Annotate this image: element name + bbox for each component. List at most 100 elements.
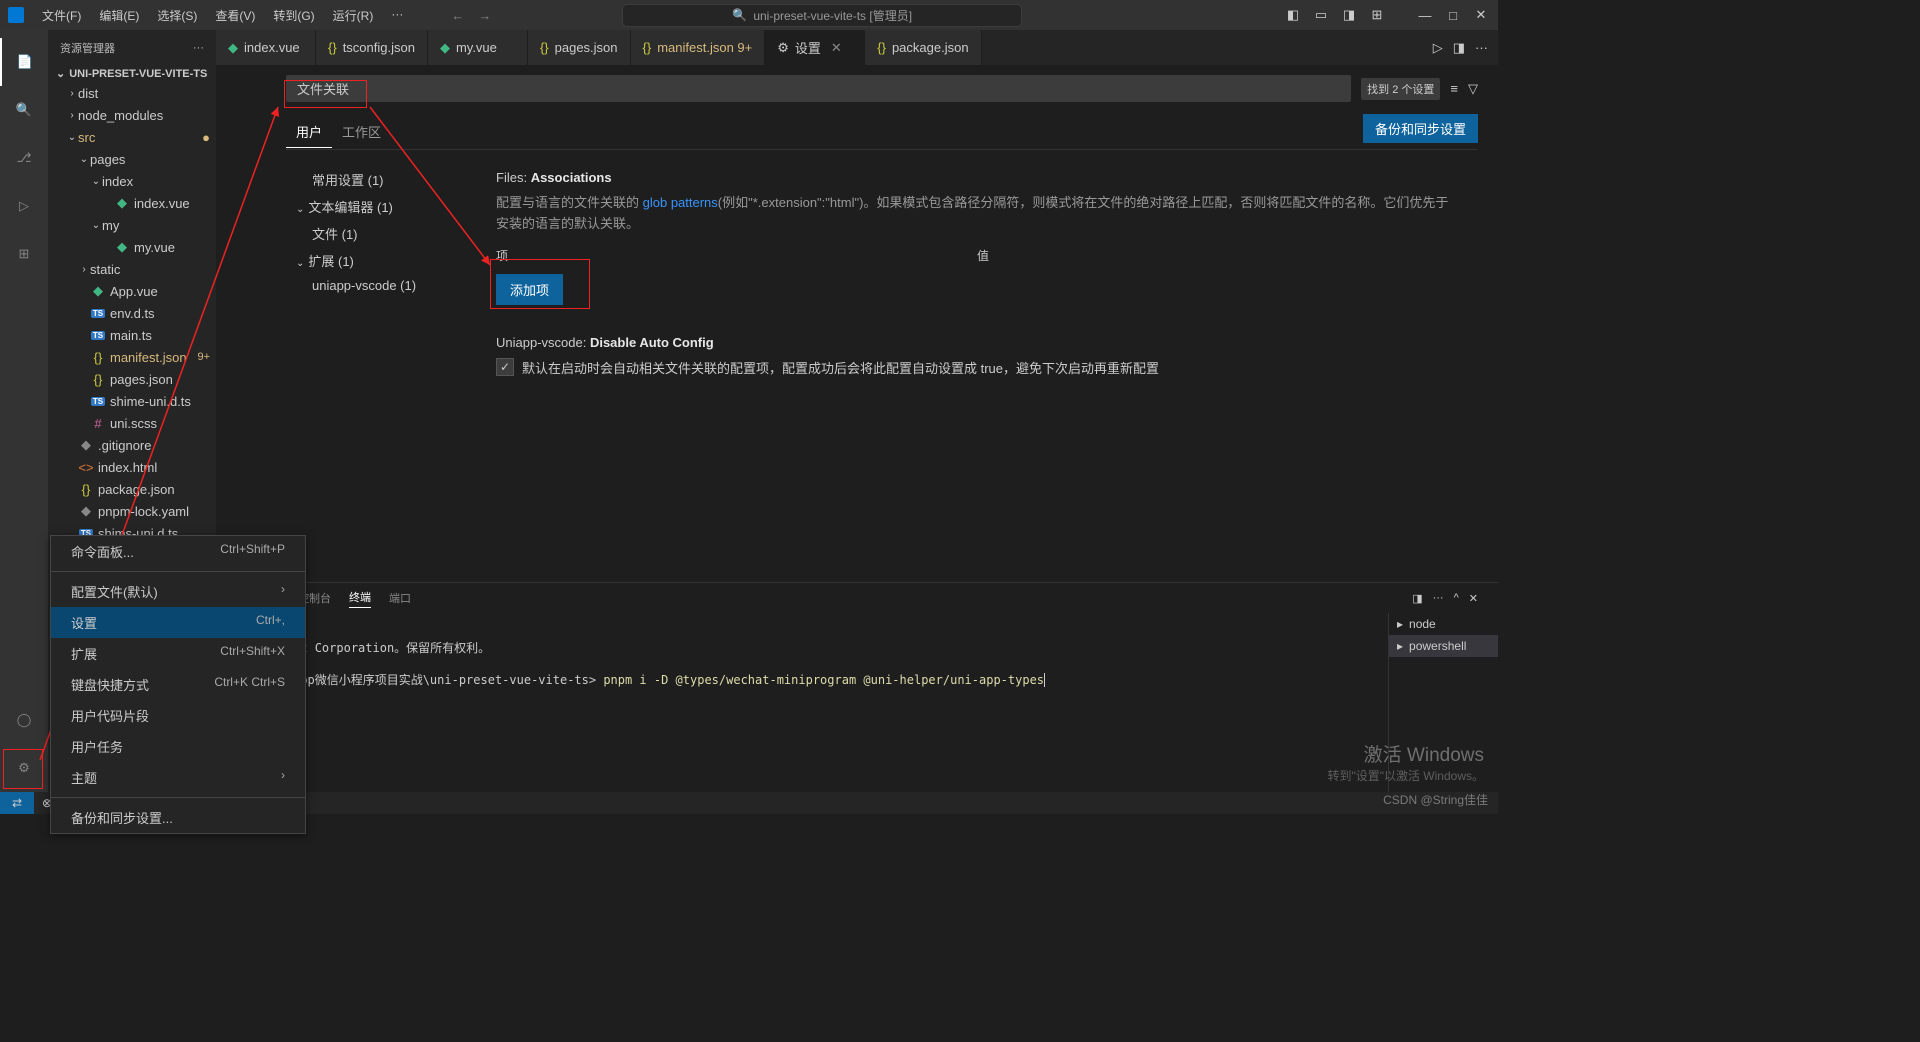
context-menu-item[interactable]: 扩展Ctrl+Shift+X [51, 638, 305, 669]
menu-item[interactable]: 选择(S) [149, 3, 205, 28]
tree-item[interactable]: TSenv.d.ts [48, 302, 216, 324]
terminal-icon: ▸ [1397, 639, 1403, 653]
tree-item[interactable]: #uni.scss [48, 412, 216, 434]
nav-forward-icon[interactable]: → [478, 8, 491, 23]
explorer-icon[interactable]: 📄 [0, 38, 48, 86]
layout-grid-icon[interactable]: ⊞ [1368, 7, 1386, 23]
tree-item[interactable]: {}manifest.json9+ [48, 346, 216, 368]
context-menu-item[interactable]: 用户任务 [51, 731, 305, 762]
settings-toc-item[interactable]: uniapp-vscode (1) [286, 274, 476, 297]
menu-item[interactable]: 运行(R) [325, 3, 382, 28]
source-control-icon[interactable]: ⎇ [0, 134, 48, 182]
menu-item[interactable]: 文件(F) [34, 3, 89, 28]
list-icon[interactable]: ≡ [1450, 81, 1458, 96]
editor-tab[interactable]: ◆index.vue [216, 30, 316, 65]
terminal-session-node[interactable]: ▸node [1389, 613, 1498, 635]
close-panel-icon[interactable]: ✕ [1469, 592, 1478, 605]
tree-item[interactable]: ◆my.vue [48, 236, 216, 258]
layout-side-right-icon[interactable]: ◨ [1340, 7, 1358, 23]
run-icon[interactable]: ▷ [1433, 40, 1443, 56]
tree-item[interactable]: TSmain.ts [48, 324, 216, 346]
context-menu-item[interactable]: 用户代码片段 [51, 700, 305, 731]
tree-item[interactable]: ›static [48, 258, 216, 280]
remote-icon[interactable]: ⇄ [0, 792, 34, 814]
scope-tab-workspace[interactable]: 工作区 [332, 116, 391, 147]
tree-item[interactable]: {}pages.json [48, 368, 216, 390]
result-count-badge: 找到 2 个设置 [1361, 78, 1440, 100]
command-center-search[interactable]: 🔍 uni-preset-vue-vite-ts [管理员] [622, 4, 1022, 27]
more-icon[interactable]: ··· [1475, 40, 1488, 55]
tree-item[interactable]: ⌄pages [48, 148, 216, 170]
settings-toc-item[interactable]: ⌄文本编辑器 (1) [286, 193, 476, 220]
context-menu-item[interactable]: 主题› [51, 762, 305, 793]
search-icon[interactable]: 🔍 [0, 86, 48, 134]
checkbox[interactable]: ✓ [496, 358, 514, 376]
run-debug-icon[interactable]: ▷ [0, 182, 48, 230]
tree-item[interactable]: ⌄src● [48, 126, 216, 148]
setting-description: 配置与语言的文件关联的 glob patterns(例如"*.extension… [496, 193, 1458, 235]
tree-item[interactable]: {}package.json [48, 478, 216, 500]
gear-icon[interactable]: ⚙ [0, 744, 48, 792]
sidebar-more-icon[interactable]: ··· [193, 42, 204, 54]
tree-item[interactable]: TSshime-uni.d.ts [48, 390, 216, 412]
chevron-up-icon[interactable]: ^ [1454, 592, 1459, 605]
gear-context-menu: 命令面板...Ctrl+Shift+P 配置文件(默认)›设置Ctrl+,扩展Ct… [50, 535, 306, 834]
editor-tab[interactable]: {}package.json [865, 30, 981, 65]
split-icon[interactable]: ◨ [1453, 40, 1465, 56]
sidebar-header-label: 资源管理器 [60, 40, 115, 56]
tree-item[interactable]: ◆App.vue [48, 280, 216, 302]
context-menu-item[interactable]: 键盘快捷方式Ctrl+K Ctrl+S [51, 669, 305, 700]
extensions-icon[interactable]: ⊞ [0, 230, 48, 278]
settings-toc-item[interactable]: ⌄扩展 (1) [286, 247, 476, 274]
glob-patterns-link[interactable]: glob patterns [643, 195, 718, 210]
window-close-icon[interactable]: ✕ [1472, 7, 1490, 23]
editor-tab[interactable]: {}manifest.json 9+ [631, 30, 766, 65]
more-icon[interactable]: ··· [1433, 592, 1444, 605]
context-menu-item[interactable]: 配置文件(默认)› [51, 576, 305, 607]
settings-search-input[interactable] [286, 75, 1351, 102]
search-icon: 🔍 [732, 8, 747, 22]
panel-tab-ports[interactable]: 端口 [389, 590, 411, 606]
editor-tab[interactable]: ⚙设置✕ [765, 30, 865, 65]
backup-sync-button[interactable]: 备份和同步设置 [1363, 114, 1478, 143]
menu-item[interactable]: 编辑(E) [91, 3, 147, 28]
settings-toc-item[interactable]: 常用设置 (1) [286, 166, 476, 193]
panel-tab-terminal[interactable]: 终端 [349, 589, 371, 608]
split-terminal-icon[interactable]: ◨ [1412, 592, 1422, 605]
menu-item[interactable]: ··· [383, 3, 411, 28]
tree-item[interactable]: ◆pnpm-lock.yaml [48, 500, 216, 522]
terminal-session-powershell[interactable]: ▸powershell [1389, 635, 1498, 657]
tree-item[interactable]: ◆index.vue [48, 192, 216, 214]
window-minimize-icon[interactable]: — [1416, 8, 1434, 23]
account-icon[interactable]: ◯ [0, 696, 48, 744]
tree-item[interactable]: ⌄index [48, 170, 216, 192]
menu-item[interactable]: 转到(G) [265, 3, 322, 28]
tree-item[interactable]: ◆.gitignore [48, 434, 216, 456]
editor-tab[interactable]: {}tsconfig.json [316, 30, 428, 65]
menu-item[interactable]: 查看(V) [207, 3, 263, 28]
windows-watermark: 激活 Windows 转到"设置"以激活 Windows。 [1327, 740, 1484, 784]
editor-tab[interactable]: ◆my.vue [428, 30, 528, 65]
layout-side-icon[interactable]: ◧ [1284, 7, 1302, 23]
filter-icon[interactable]: ▽ [1468, 81, 1478, 97]
layout-panel-icon[interactable]: ▭ [1312, 7, 1330, 23]
editor-tab[interactable]: {}pages.json [528, 30, 631, 65]
project-title[interactable]: ⌄ UNI-PRESET-VUE-VITE-TS [48, 65, 216, 82]
add-item-button[interactable]: 添加项 [496, 274, 563, 305]
context-menu-item[interactable]: 备份和同步设置... [51, 802, 305, 833]
terminal-output[interactable]: werShell ) Microsoft Corporation。保留所有权利。… [216, 613, 1388, 792]
close-icon[interactable]: ✕ [831, 40, 842, 56]
tree-item[interactable]: ›node_modules [48, 104, 216, 126]
editor-tabs: ◆index.vue{}tsconfig.json◆my.vue{}pages.… [216, 30, 1498, 65]
tree-item[interactable]: <>index.html [48, 456, 216, 478]
tree-item[interactable]: ⌄my [48, 214, 216, 236]
settings-toc-item[interactable]: 文件 (1) [286, 220, 476, 247]
scope-tab-user[interactable]: 用户 [286, 116, 332, 148]
tree-item[interactable]: ›dist [48, 82, 216, 104]
nav-back-icon[interactable]: ← [451, 8, 464, 23]
context-menu-item[interactable]: 命令面板...Ctrl+Shift+P [51, 536, 305, 567]
csdn-watermark: CSDN @String佳佳 [1383, 791, 1488, 808]
context-menu-item[interactable]: 设置Ctrl+, [51, 607, 305, 638]
window-maximize-icon[interactable]: □ [1444, 8, 1462, 23]
settings-toc: 常用设置 (1)⌄文本编辑器 (1)文件 (1)⌄扩展 (1)uniapp-vs… [286, 160, 476, 582]
